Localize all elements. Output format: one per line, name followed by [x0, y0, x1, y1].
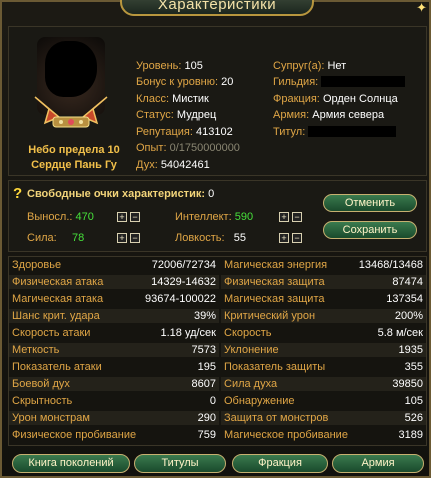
intellect-minus-button[interactable]: − — [292, 212, 302, 222]
hero-title: Небо предела 10 — [28, 144, 120, 156]
stat-row: Уклонение 1935 — [221, 343, 426, 357]
stat-row: Показатель защиты 355 — [224, 361, 423, 373]
stat-row: Защита от монстров 526 — [221, 411, 426, 425]
star-icon: ✦ — [416, 0, 427, 15]
info-spouse: Супруг(а): Нет — [273, 60, 347, 72]
faction-button[interactable]: Фракция — [232, 454, 328, 473]
info-class: Класс: Мистик — [136, 93, 209, 105]
stat-row: Скорость атаки 1.18 уд/сек — [12, 327, 216, 339]
cancel-button[interactable]: Отменить — [323, 194, 417, 212]
info-level: Уровень: 105 — [136, 60, 203, 72]
agility-minus-button[interactable]: − — [292, 233, 302, 243]
stat-row: Обнаружение 105 — [224, 395, 423, 407]
strength-minus-button[interactable]: − — [130, 233, 140, 243]
stamina-plus-button[interactable]: + — [117, 212, 127, 222]
agility-plus-button[interactable]: + — [279, 233, 289, 243]
stat-row: Физическое пробивание 759 — [12, 429, 216, 441]
character-info-panel: Небо предела 10 Сердце Пань Гу Уровень: … — [8, 26, 427, 176]
title-censor — [308, 126, 397, 137]
stat-row: Магическая защита 137354 — [224, 293, 423, 305]
stamina-minus-button[interactable]: − — [130, 212, 140, 222]
attr-intellect: Интеллект: 590 — [175, 211, 254, 223]
free-points-value: 0 — [208, 188, 215, 200]
hero-name: Сердце Пань Гу — [31, 159, 117, 171]
stat-row: Магическая атака 93674-100022 — [12, 293, 216, 305]
stat-row: Магическая энергия 13468/13468 — [224, 259, 423, 271]
intellect-plus-button[interactable]: + — [279, 212, 289, 222]
stat-row: Меткость 7573 — [9, 343, 219, 357]
info-status: Статус: Мудрец — [136, 109, 217, 121]
strength-plus-button[interactable]: + — [117, 233, 127, 243]
stat-row: Скрытность 0 — [12, 395, 216, 407]
attr-stamina: Выносл.: 470 — [27, 211, 94, 223]
info-faction: Фракция: Орден Солнца — [273, 93, 398, 105]
character-window: Характеристики ✦ Небо предела 10 Сердце … — [0, 0, 431, 478]
stat-row: Урон монстрам 290 — [9, 411, 219, 425]
stat-row: Боевой дух 8607 — [9, 377, 219, 391]
stat-row: Критический урон 200% — [221, 309, 426, 323]
info-army: Армия: Армия севера — [273, 109, 385, 121]
avatar-censor — [45, 41, 97, 97]
attribute-points-panel: ? Свободные очки характеристик: 0 Выносл… — [8, 180, 427, 252]
titles-button[interactable]: Титулы — [134, 454, 226, 473]
window-title: Характеристики — [157, 0, 277, 13]
info-experience: Опыт: 0/1750000000 — [136, 142, 240, 154]
stat-row: Показатель атаки 195 — [12, 361, 216, 373]
bottom-button-bar: Книга поколений Титулы Фракция Армия — [8, 452, 427, 476]
stat-row: Скорость 5.8 м/сек — [224, 327, 423, 339]
generations-book-button[interactable]: Книга поколений — [12, 454, 130, 473]
info-reputation: Репутация: 413102 — [136, 126, 233, 138]
stat-row: Магическое пробивание 3189 — [224, 429, 423, 441]
info-spirit: Дух: 54042461 — [136, 159, 210, 171]
window-title-plate: Характеристики — [120, 0, 314, 16]
guild-censor — [321, 76, 406, 87]
free-points-label: Свободные очки характеристик: 0 — [27, 188, 215, 200]
stat-row: Сила духа 39850 — [221, 377, 426, 391]
save-button[interactable]: Сохранить — [323, 221, 417, 239]
rank-emblem-icon — [34, 96, 108, 128]
stat-row: Здоровье 72006/72734 — [12, 259, 216, 271]
stat-row: Физическая атака 14329-14632 — [9, 275, 219, 289]
question-icon[interactable]: ? — [13, 185, 22, 202]
stat-row: Физическая защита 87474 — [221, 275, 426, 289]
info-level-bonus: Бонус к уровню: 20 — [136, 76, 234, 88]
army-button[interactable]: Армия — [332, 454, 424, 473]
attr-strength: Сила: 78 — [27, 232, 85, 244]
stats-table: Здоровье 72006/72734 Физическая атака 1432… — [8, 256, 427, 446]
stat-row: Шанс крит. удара 39% — [9, 309, 219, 323]
info-guild: Гильдия: — [273, 76, 406, 88]
info-title: Титул: — [273, 126, 397, 138]
avatar — [23, 33, 119, 139]
attr-agility: Ловкость: 55 — [175, 232, 246, 244]
